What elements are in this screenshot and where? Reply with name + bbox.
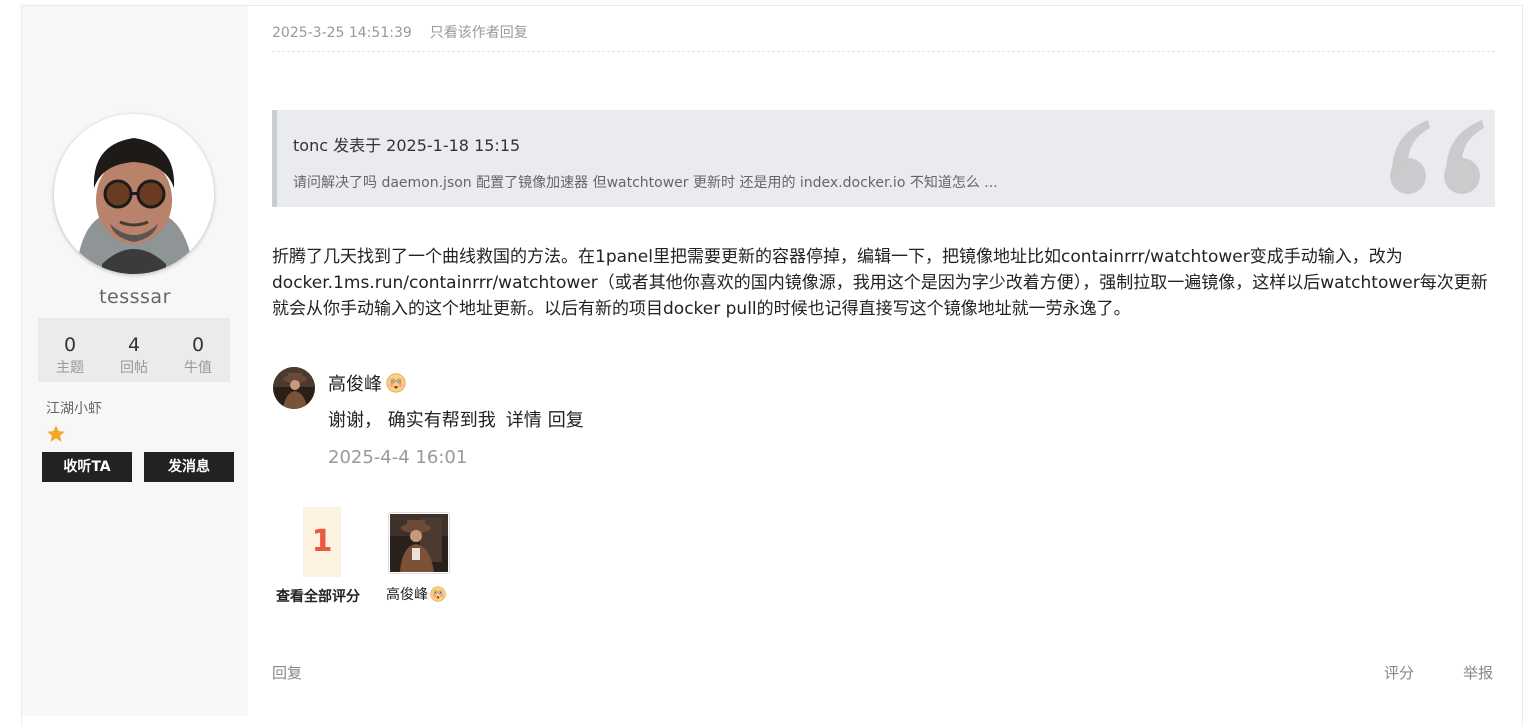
post-time: 2025-3-25 14:51:39 [272, 25, 412, 41]
flushed-face-emoji [386, 373, 406, 393]
comment-date: 2025-4-4 16:01 [328, 447, 468, 468]
quote-header[interactable]: tonc 发表于 2025-1-18 15:15 [293, 132, 520, 156]
meta-divider [272, 51, 1495, 52]
follow-button[interactable]: 收听TA [42, 452, 132, 482]
stat-threads[interactable]: 0 主题 [38, 318, 102, 382]
author-username[interactable]: tesssar [22, 286, 248, 308]
star-icon [46, 424, 66, 444]
commenter-avatar[interactable] [273, 367, 315, 409]
comment-reply-link[interactable]: 回复 [548, 410, 584, 431]
stat-replies-value: 4 [127, 334, 141, 356]
quotation-mark-icon [1390, 120, 1484, 194]
rate-button[interactable]: 评分 [1384, 662, 1414, 683]
rater-avatar[interactable] [388, 512, 450, 574]
stat-credits[interactable]: 0 牛值 [166, 318, 230, 382]
author-avatar[interactable] [54, 114, 214, 274]
quote-body: 请问解决了吗 daemon.json 配置了镜像加速器 但watchtower … [293, 175, 998, 191]
reply-button[interactable]: 回复 [272, 662, 302, 683]
author-avatar-image [54, 114, 214, 274]
stat-threads-value: 0 [63, 334, 77, 356]
post-content: 折腾了几天找到了一个曲线救国的方法。在1panel里把需要更新的容器停掉，编辑一… [272, 244, 1502, 322]
rater-name-text: 高俊峰 [386, 587, 428, 603]
stat-credits-label: 牛值 [184, 360, 212, 376]
commenter-name[interactable]: 高俊峰 [328, 370, 406, 396]
commenter-name-text: 高俊峰 [328, 374, 382, 395]
report-button[interactable]: 举报 [1463, 662, 1493, 683]
comment-text: 谢谢， 确实有帮到我 详情 回复 [328, 406, 584, 432]
rater-name[interactable]: 高俊峰 [386, 584, 446, 604]
stat-replies-label: 回帖 [120, 360, 148, 376]
meta-reply-link[interactable]: 回复 [500, 25, 528, 41]
view-all-ratings-link[interactable]: 查看全部评分 [276, 586, 360, 606]
quote-block: tonc 发表于 2025-1-18 15:15 请问解决了吗 daemon.j… [272, 110, 1495, 207]
author-only-link[interactable]: 只看该作者 [430, 25, 500, 41]
comment-detail-link[interactable]: 详情 [506, 410, 542, 431]
stat-replies[interactable]: 4 回帖 [102, 318, 166, 382]
post-content-text: 折腾了几天找到了一个曲线救国的方法。在1panel里把需要更新的容器停掉，编辑一… [272, 247, 1488, 319]
rating-count-badge: 1 [303, 507, 341, 577]
stat-threads-label: 主题 [56, 360, 84, 376]
author-sidebar: tesssar 0 主题 4 回帖 0 牛值 江湖小虾 收听TA 发消息 [22, 6, 248, 716]
author-rank[interactable]: 江湖小虾 [46, 398, 102, 418]
comment-body: 谢谢， 确实有帮到我 [328, 410, 496, 431]
send-message-button[interactable]: 发消息 [144, 452, 234, 482]
flushed-face-emoji [430, 586, 446, 602]
post-meta: 2025-3-25 14:51:39 只看该作者回复 [272, 22, 528, 42]
author-stats: 0 主题 4 回帖 0 牛值 [38, 318, 230, 382]
stat-credits-value: 0 [191, 334, 205, 356]
